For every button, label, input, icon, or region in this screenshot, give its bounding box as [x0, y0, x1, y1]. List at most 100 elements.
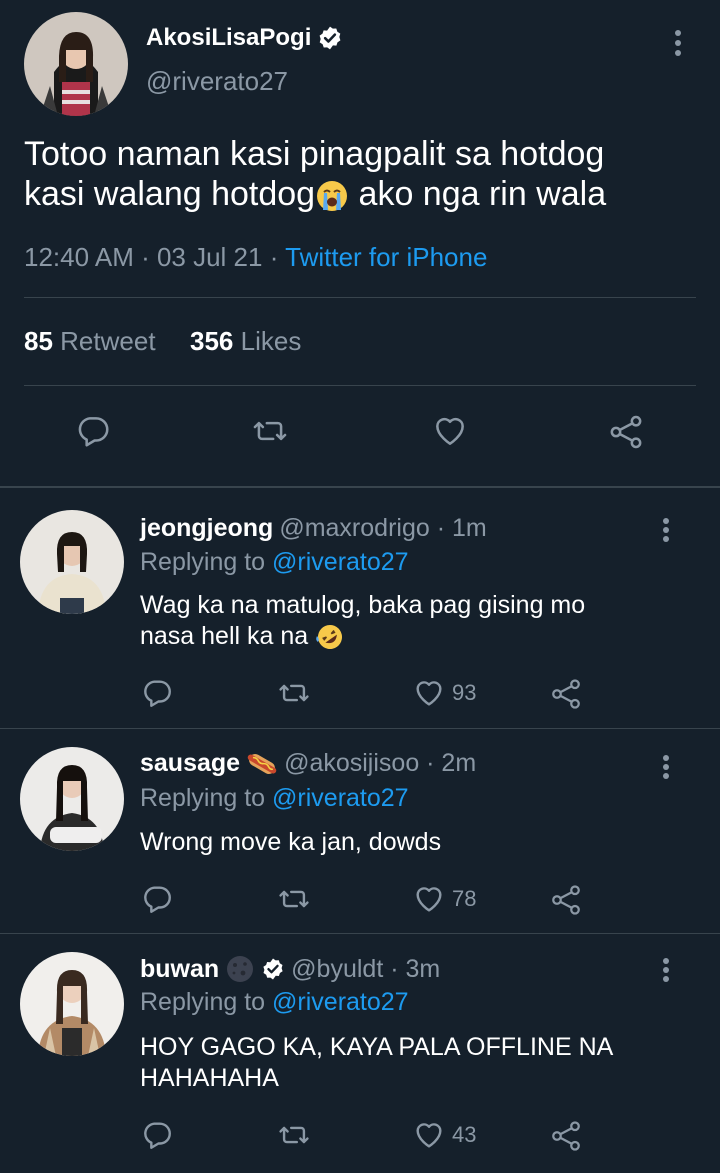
- reply-button[interactable]: [140, 676, 174, 710]
- share-button[interactable]: [548, 1118, 584, 1154]
- share-icon: [552, 679, 580, 709]
- tweet-text-line: Totoo naman kasi pinagpalit sa hotdog: [24, 135, 605, 173]
- retweet-count-link[interactable]: 85 Retweet: [24, 326, 156, 356]
- reply-text-line: Wag ka na matulog, baka pag gising mo: [140, 591, 586, 619]
- more-options-icon[interactable]: [656, 755, 676, 779]
- reply-icon: [78, 417, 109, 447]
- tweet-text-segment: kasi walang hotdog: [24, 175, 316, 213]
- replying-to-label: Replying to: [140, 784, 273, 812]
- retweet-button[interactable]: [276, 882, 312, 916]
- share-icon: [610, 415, 642, 449]
- reply-text-line: HOY GAGO KA, KAYA PALA OFFLINE NA: [140, 1033, 614, 1061]
- hotdog-emoji: [247, 753, 277, 774]
- share-button[interactable]: [548, 676, 584, 712]
- tweet-meta: 12:40 AM · 03 Jul 21 · Twitter for iPhon…: [24, 242, 487, 273]
- main-tweet-avatar[interactable]: [24, 12, 128, 116]
- reply-text-line: nasa hell ka na: [140, 621, 680, 652]
- replying-to-link[interactable]: @riverato27: [272, 784, 409, 812]
- like-icon: [416, 681, 442, 706]
- more-options-icon[interactable]: [656, 958, 676, 982]
- retweet-icon: [279, 684, 309, 702]
- reply-header: sausage @akosijisoo · 2m: [140, 749, 476, 778]
- like-count: 93: [452, 680, 477, 705]
- share-icon: [552, 1121, 580, 1151]
- verified-badge-icon: [319, 26, 341, 50]
- reply-tweet[interactable]: jeongjeong @maxrodrigo · 1m Replying to …: [0, 488, 720, 728]
- reply-text-segment: nasa hell ka na: [140, 622, 309, 650]
- reply-header: jeongjeong @maxrodrigo · 1m: [140, 514, 487, 543]
- reply-avatar[interactable]: [20, 510, 124, 614]
- new-moon-face-emoji: [227, 956, 254, 982]
- reply-button[interactable]: [74, 412, 112, 450]
- likes-count: 356: [190, 326, 234, 356]
- reply-author-handle[interactable]: @byuldt · 3m: [291, 955, 440, 984]
- loudly-crying-face-emoji: [317, 181, 348, 212]
- replying-to-label: Replying to: [140, 548, 273, 576]
- tweet-stats: 85 Retweet 356 Likes: [24, 326, 301, 357]
- tweet-source-link[interactable]: Twitter for iPhone: [285, 242, 487, 272]
- like-button[interactable]: 93: [412, 676, 476, 710]
- reply-author-name[interactable]: buwan: [140, 955, 219, 984]
- reply-tweet[interactable]: buwan @byuldt · 3m Replying to @riverato…: [0, 934, 720, 1173]
- like-icon: [436, 417, 464, 445]
- divider: [24, 297, 696, 298]
- like-icon: [416, 1123, 442, 1148]
- retweet-button[interactable]: [276, 1118, 312, 1152]
- reply-icon: [144, 886, 171, 913]
- replying-to: Replying to @riverato27: [140, 548, 409, 577]
- more-options-icon[interactable]: [668, 30, 688, 56]
- like-button[interactable]: 43: [412, 1118, 476, 1152]
- retweet-icon: [253, 421, 287, 441]
- reply-button[interactable]: [140, 882, 174, 916]
- likes-count-link[interactable]: 356 Likes: [190, 326, 301, 356]
- reply-avatar[interactable]: [20, 747, 124, 851]
- reply-text: HOY GAGO KA, KAYA PALA OFFLINE NA HAHAHA…: [140, 1032, 680, 1094]
- like-count: 78: [452, 886, 477, 911]
- retweet-button[interactable]: [250, 412, 290, 450]
- divider: [24, 385, 696, 386]
- replying-to: Replying to @riverato27: [140, 988, 409, 1017]
- share-button[interactable]: [606, 412, 646, 452]
- retweet-count: 85: [24, 326, 53, 356]
- retweet-icon: [279, 890, 309, 908]
- like-count: 43: [452, 1122, 477, 1147]
- main-tweet: AkosiLisaPogi @riverato27 Totoo naman ka…: [0, 0, 720, 488]
- like-icon: [416, 887, 442, 912]
- retweet-label: Retweet: [60, 326, 156, 356]
- reply-text: Wag ka na matulog, baka pag gising mo na…: [140, 590, 680, 652]
- replying-to: Replying to @riverato27: [140, 784, 409, 813]
- reply-author-name[interactable]: jeongjeong: [140, 514, 273, 543]
- likes-label: Likes: [240, 326, 302, 356]
- reply-button[interactable]: [140, 1118, 174, 1152]
- reply-header: buwan @byuldt · 3m: [140, 954, 440, 984]
- reply-tweet[interactable]: sausage @akosijisoo · 2m Replying to @ri…: [0, 729, 720, 933]
- replying-to-link[interactable]: @riverato27: [272, 988, 409, 1016]
- tweet-actions: [0, 412, 720, 456]
- share-icon: [552, 885, 580, 915]
- reply-author-name[interactable]: sausage: [140, 749, 240, 778]
- author-name[interactable]: AkosiLisaPogi: [146, 24, 311, 52]
- rolling-on-floor-laughing-emoji: [316, 625, 343, 650]
- like-button[interactable]: 78: [412, 882, 476, 916]
- verified-badge-icon: [263, 958, 283, 980]
- share-button[interactable]: [548, 882, 584, 918]
- retweet-button[interactable]: [276, 676, 312, 710]
- reply-text-line: HAHAHAHA: [140, 1064, 279, 1092]
- replying-to-label: Replying to: [140, 988, 273, 1016]
- more-options-icon[interactable]: [656, 518, 676, 542]
- tweet-timestamp: 12:40 AM · 03 Jul 21 ·: [24, 242, 286, 272]
- tweet-text: Totoo naman kasi pinagpalit sa hotdog ka…: [24, 134, 684, 214]
- author-handle[interactable]: @riverato27: [146, 66, 288, 97]
- like-button[interactable]: [430, 412, 470, 450]
- reply-icon: [144, 680, 171, 707]
- main-tweet-author[interactable]: AkosiLisaPogi: [146, 24, 343, 52]
- reply-author-handle[interactable]: @akosijisoo · 2m: [284, 749, 476, 778]
- reply-icon: [144, 1122, 171, 1149]
- reply-author-handle[interactable]: @maxrodrigo · 1m: [279, 514, 486, 543]
- reply-text-line: Wrong move ka jan, dowds: [140, 828, 442, 856]
- reply-avatar[interactable]: [20, 952, 124, 1056]
- tweet-text-segment: ako nga rin wala: [349, 175, 607, 213]
- replying-to-link[interactable]: @riverato27: [272, 548, 409, 576]
- reply-text: Wrong move ka jan, dowds: [140, 827, 680, 858]
- tweet-text-line: kasi walang hotdog ako nga rin wala: [24, 174, 684, 214]
